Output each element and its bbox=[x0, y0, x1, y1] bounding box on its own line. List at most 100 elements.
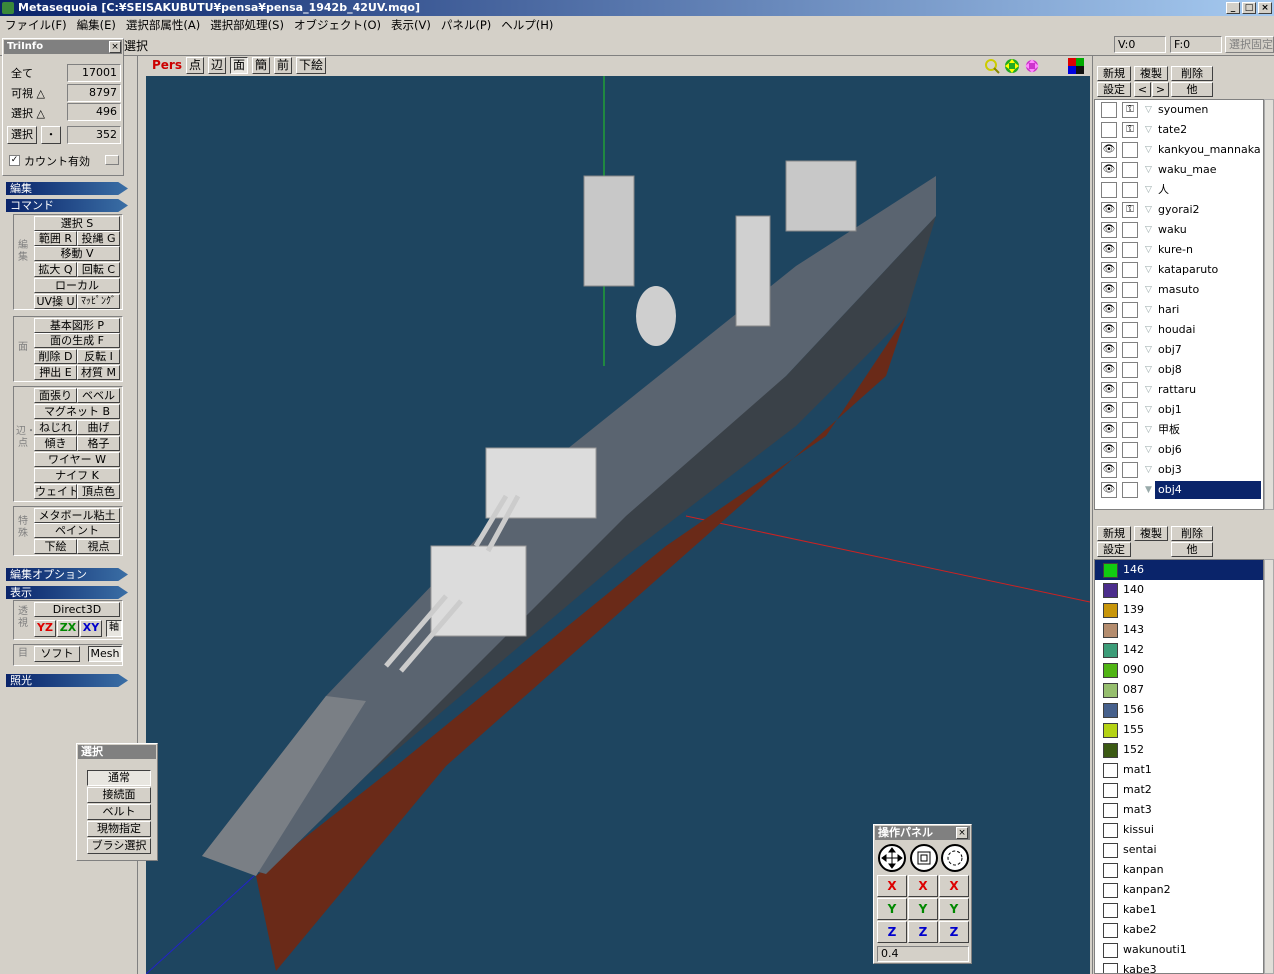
eye-icon[interactable]: 👁 bbox=[1101, 242, 1117, 258]
eye-icon[interactable]: 👁 bbox=[1101, 142, 1117, 158]
object-row[interactable]: 👁 ▽ obj1 bbox=[1095, 400, 1263, 420]
material-settings-button[interactable]: 設定 bbox=[1097, 542, 1131, 557]
wire-button[interactable]: ワイヤー W bbox=[34, 452, 120, 467]
material-list-scrollbar[interactable] bbox=[1264, 559, 1274, 974]
axis-x-move-button[interactable]: X bbox=[877, 875, 907, 897]
eye-icon[interactable]: 👁 bbox=[1101, 442, 1117, 458]
axis-z-move-button[interactable]: Z bbox=[877, 921, 907, 943]
material-row[interactable]: 143 bbox=[1095, 620, 1263, 640]
triinfo-point-button[interactable]: ・ bbox=[41, 126, 61, 144]
menu-selection-attr[interactable]: 選択部属性(A) bbox=[121, 18, 205, 32]
material-row[interactable]: kabe3 bbox=[1095, 960, 1263, 973]
material-row[interactable]: kanpan bbox=[1095, 860, 1263, 880]
visibility-toggle[interactable] bbox=[1101, 182, 1117, 198]
section-edit[interactable]: 編集 bbox=[6, 182, 128, 195]
material-copy-button[interactable]: 複製 bbox=[1134, 526, 1168, 541]
object-delete-button[interactable]: 削除 bbox=[1171, 66, 1213, 81]
axis-y-move-button[interactable]: Y bbox=[877, 898, 907, 920]
object-row[interactable]: 👁 ▽ waku_mae bbox=[1095, 160, 1263, 180]
viewpoint-button[interactable]: 視点 bbox=[77, 539, 120, 554]
section-display[interactable]: 表示 bbox=[6, 586, 128, 599]
mapping-button[interactable]: ﾏｯﾋﾟﾝｸﾞ bbox=[77, 294, 120, 309]
paint-button[interactable]: ペイント bbox=[34, 523, 120, 538]
rotate-view-icon[interactable] bbox=[1024, 58, 1040, 74]
material-row[interactable]: 156 bbox=[1095, 700, 1263, 720]
axis-x-rotate-button[interactable]: X bbox=[939, 875, 969, 897]
minimize-button[interactable]: _ bbox=[1226, 2, 1240, 14]
scale-icon[interactable] bbox=[909, 843, 939, 873]
lock-toggle[interactable] bbox=[1122, 422, 1138, 438]
lock-toggle[interactable] bbox=[1122, 242, 1138, 258]
lock-icon[interactable]: ⚿ bbox=[1122, 202, 1138, 218]
weight-button[interactable]: ウェイト bbox=[34, 484, 77, 499]
expand-triangle-icon[interactable]: ▽ bbox=[1145, 380, 1152, 400]
select-button[interactable]: 選択 S bbox=[34, 216, 120, 231]
underlay-mode-button[interactable]: 下絵 bbox=[296, 57, 326, 74]
expand-triangle-icon[interactable]: ▽ bbox=[1145, 100, 1152, 120]
axis-z-rotate-button[interactable]: Z bbox=[939, 921, 969, 943]
lock-toggle[interactable] bbox=[1122, 322, 1138, 338]
expand-triangle-icon[interactable]: ▽ bbox=[1145, 260, 1152, 280]
triinfo-toggle[interactable] bbox=[105, 155, 119, 165]
close-button[interactable]: × bbox=[1258, 2, 1272, 14]
material-row[interactable]: 152 bbox=[1095, 740, 1263, 760]
menu-file[interactable]: ファイル(F) bbox=[0, 18, 72, 32]
view-yz-button[interactable]: YZ bbox=[34, 620, 56, 637]
scale-button[interactable]: 拡大 Q bbox=[34, 262, 77, 277]
view-zx-button[interactable]: ZX bbox=[57, 620, 79, 637]
material-delete-button[interactable]: 削除 bbox=[1171, 526, 1213, 541]
eye-icon[interactable]: 👁 bbox=[1101, 162, 1117, 178]
menu-panel[interactable]: パネル(P) bbox=[436, 18, 496, 32]
expand-triangle-icon[interactable]: ▽ bbox=[1145, 280, 1152, 300]
material-row[interactable]: 087 bbox=[1095, 680, 1263, 700]
expand-triangle-icon[interactable]: ▽ bbox=[1145, 340, 1152, 360]
lock-toggle[interactable] bbox=[1122, 442, 1138, 458]
object-copy-button[interactable]: 複製 bbox=[1134, 66, 1168, 81]
axis-y-scale-button[interactable]: Y bbox=[908, 898, 938, 920]
eye-icon[interactable]: 👁 bbox=[1101, 422, 1117, 438]
color-mode-icon[interactable] bbox=[1068, 58, 1084, 74]
material-button[interactable]: 材質 M bbox=[77, 365, 120, 380]
material-row[interactable]: mat1 bbox=[1095, 760, 1263, 780]
object-row[interactable]: 👁 ▽ hari bbox=[1095, 300, 1263, 320]
control-panel-close-button[interactable]: × bbox=[956, 827, 968, 839]
object-row[interactable]: 👁 ⚿ ▽ gyorai2 bbox=[1095, 200, 1263, 220]
object-other-button[interactable]: 他 bbox=[1171, 82, 1213, 97]
delete-button[interactable]: 削除 D bbox=[34, 349, 77, 364]
knife-button[interactable]: ナイフ K bbox=[34, 468, 120, 483]
point-mode-button[interactable]: 点 bbox=[186, 57, 204, 74]
uv-button[interactable]: UV操 U bbox=[34, 294, 77, 309]
expand-triangle-icon[interactable]: ▽ bbox=[1145, 400, 1152, 420]
range-button[interactable]: 範囲 R bbox=[34, 231, 77, 246]
object-row[interactable]: ▽ 人 bbox=[1095, 180, 1263, 200]
rotate-icon[interactable] bbox=[940, 843, 970, 873]
material-row[interactable]: 140 bbox=[1095, 580, 1263, 600]
material-row[interactable]: 155 bbox=[1095, 720, 1263, 740]
expand-triangle-icon[interactable]: ▽ bbox=[1145, 200, 1152, 220]
eye-icon[interactable]: 👁 bbox=[1101, 222, 1117, 238]
vertex-color-button[interactable]: 頂点色 bbox=[77, 484, 120, 499]
object-row[interactable]: 👁 ▽ obj7 bbox=[1095, 340, 1263, 360]
object-settings-button[interactable]: 設定 bbox=[1097, 82, 1131, 97]
object-row[interactable]: ⚿ ▽ tate2 bbox=[1095, 120, 1263, 140]
eye-icon[interactable]: 👁 bbox=[1101, 282, 1117, 298]
select-connected-button[interactable]: 接続面 bbox=[87, 787, 151, 803]
bend-button[interactable]: 曲げ bbox=[77, 420, 120, 435]
material-row[interactable]: 146 bbox=[1095, 560, 1263, 580]
material-row[interactable]: mat2 bbox=[1095, 780, 1263, 800]
expand-triangle-icon[interactable]: ▽ bbox=[1145, 300, 1152, 320]
lock-toggle[interactable] bbox=[1122, 182, 1138, 198]
object-row[interactable]: 👁 ▽ rattaru bbox=[1095, 380, 1263, 400]
rotate-button[interactable]: 回転 C bbox=[77, 262, 120, 277]
direct3d-button[interactable]: Direct3D bbox=[34, 602, 120, 617]
material-row[interactable]: wakunouti1 bbox=[1095, 940, 1263, 960]
object-row[interactable]: 👁 ▽ obj8 bbox=[1095, 360, 1263, 380]
face-mode-button[interactable]: 面 bbox=[230, 57, 248, 74]
eye-icon[interactable]: 👁 bbox=[1101, 482, 1117, 498]
material-row[interactable]: kanpan2 bbox=[1095, 880, 1263, 900]
section-command[interactable]: コマンド bbox=[6, 199, 128, 212]
object-row[interactable]: 👁 ▽ obj6 bbox=[1095, 440, 1263, 460]
object-prev-button[interactable]: < bbox=[1134, 82, 1151, 97]
twist-button[interactable]: ねじれ bbox=[34, 420, 77, 435]
object-row[interactable]: 👁 ▽ kure-n bbox=[1095, 240, 1263, 260]
